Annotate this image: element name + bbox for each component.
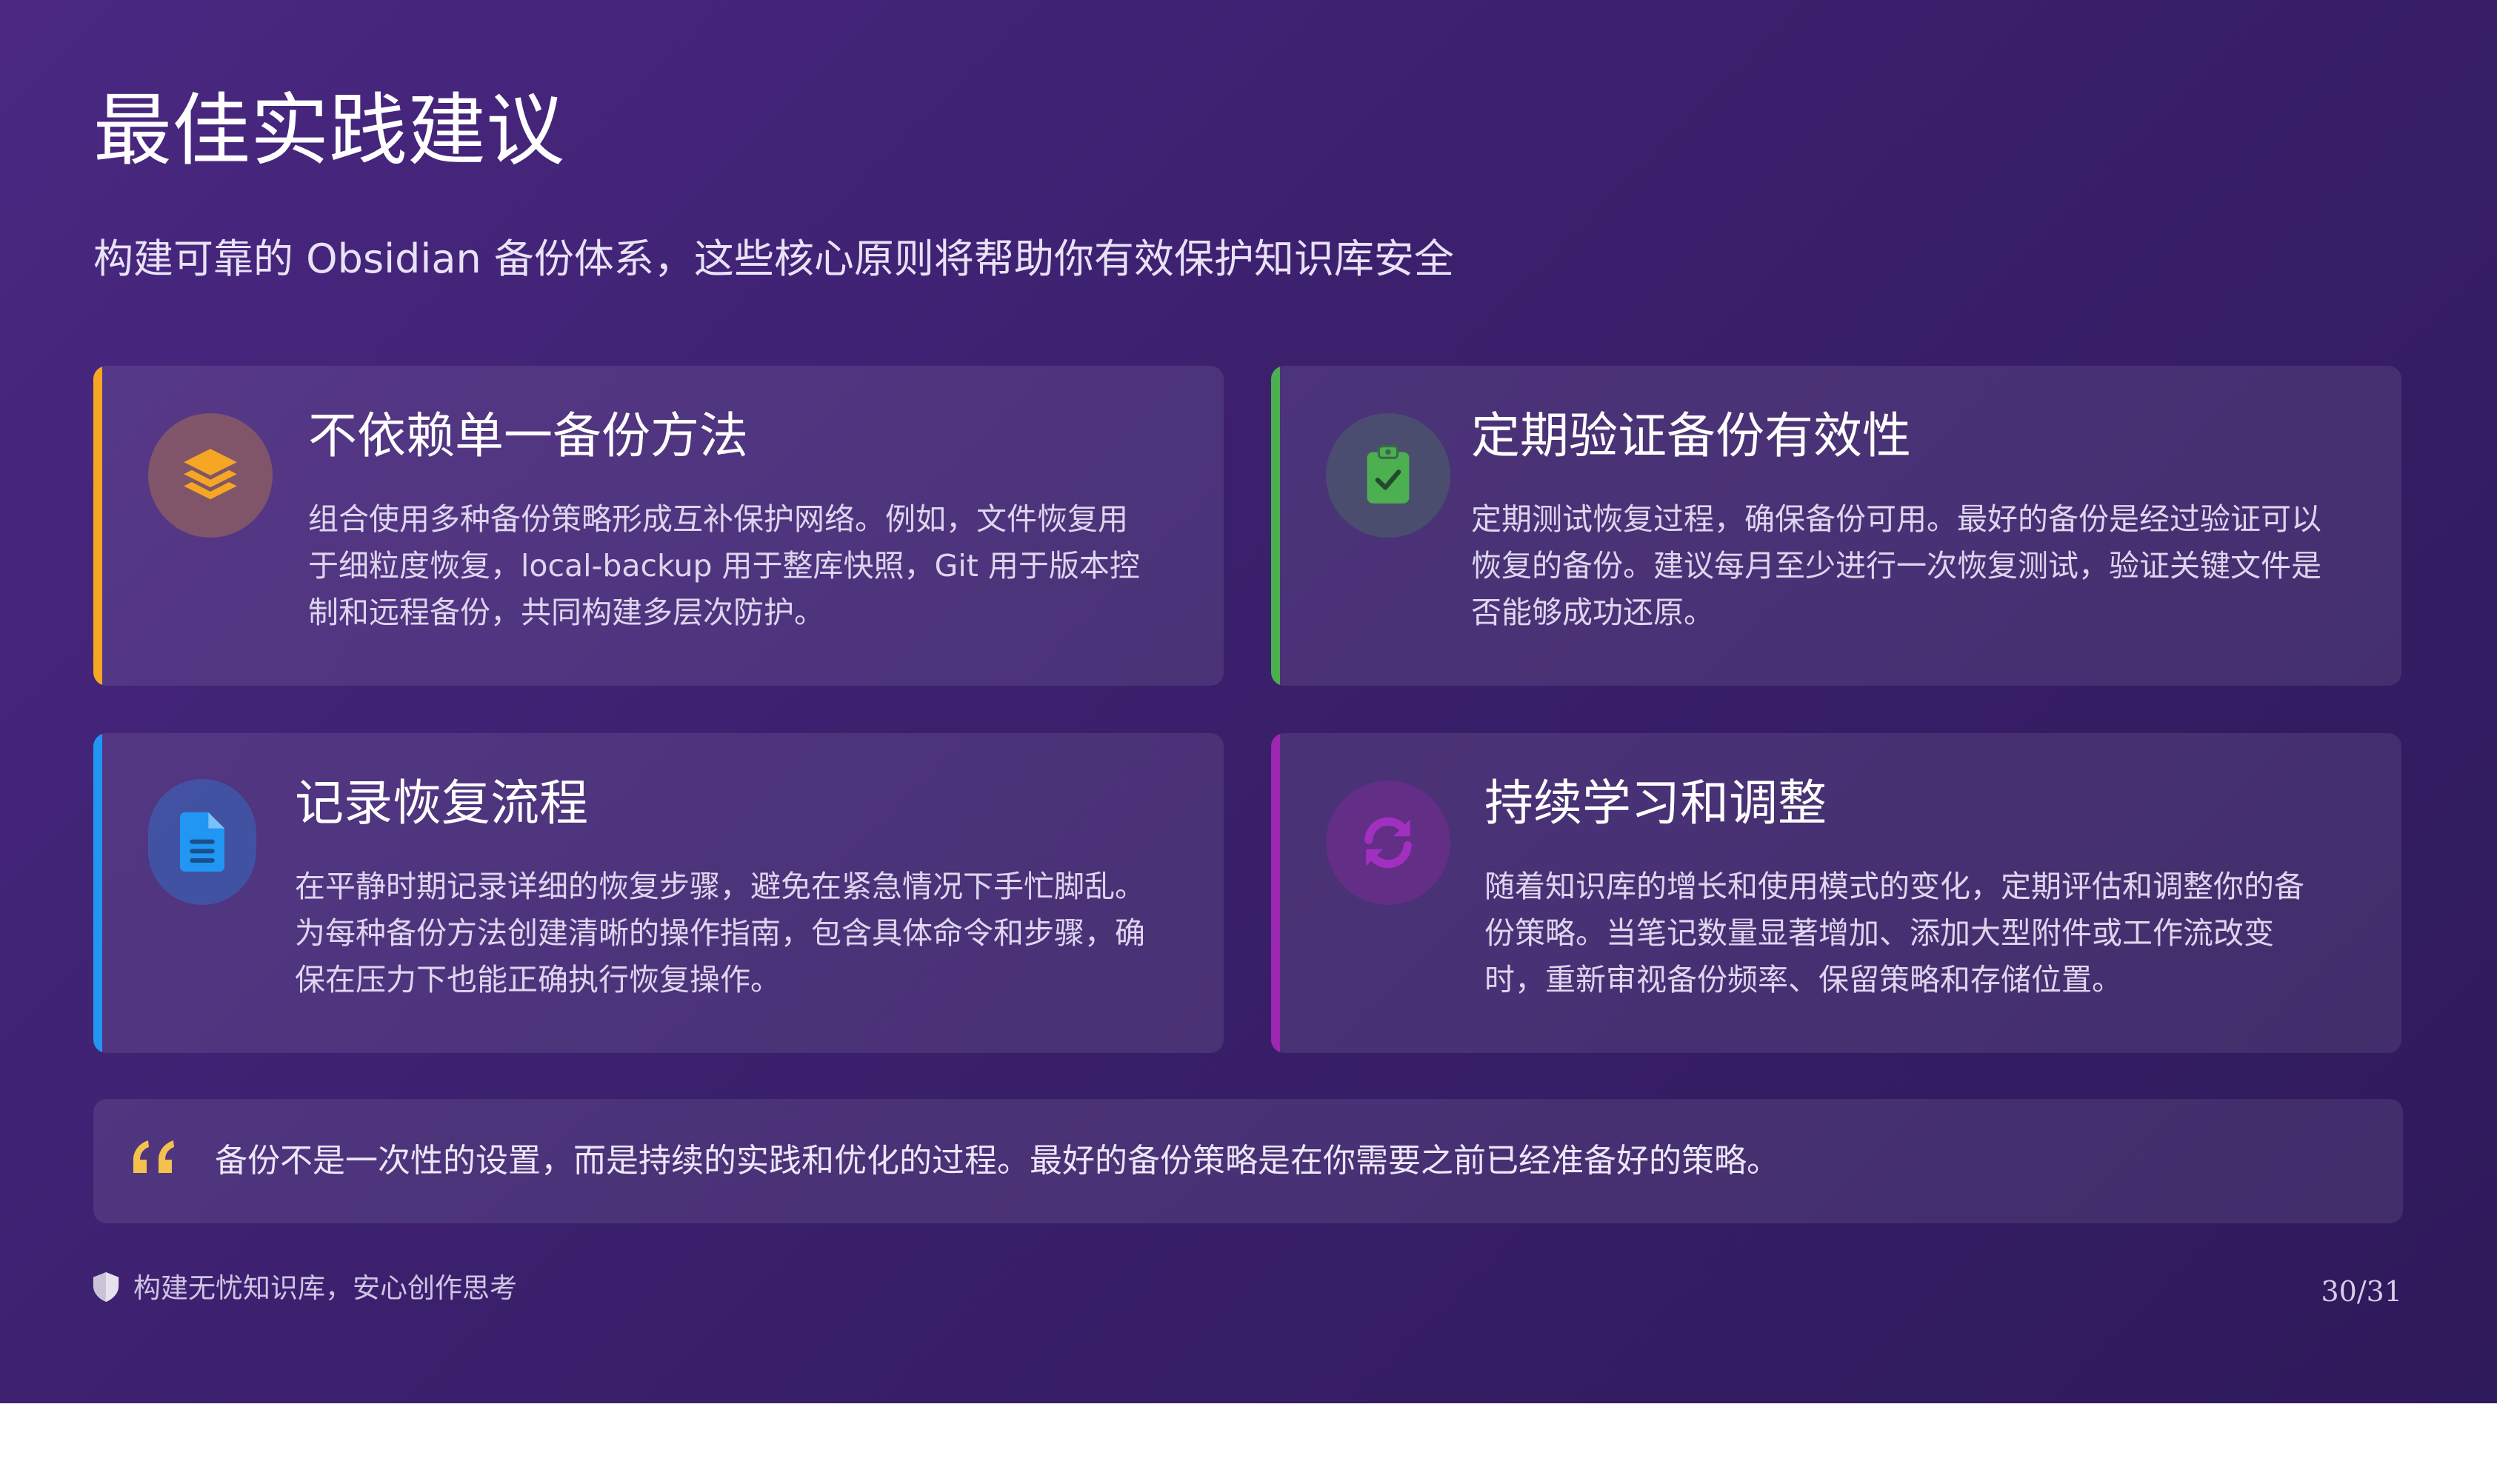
card-body-line: 制和远程备份，共同构建多层次防护。 — [308, 595, 824, 630]
card-body-line: 定期测试恢复过程，确保备份可用。最好的备份是经过验证可以 — [1471, 501, 2321, 537]
card-title: 定期验证备份有效性 — [1471, 407, 1911, 464]
page-subtitle: 构建可靠的 Obsidian 备份体系，这些核心原则将帮助你有效保护知识库安全 — [93, 235, 1454, 282]
card-body-line: 组合使用多种备份策略形成互补保护网络。例如，文件恢复用 — [308, 501, 1128, 537]
card-verify-backup: 定期验证备份有效性 定期测试恢复过程，确保备份可用。最好的备份是经过验证可以 恢… — [1271, 366, 2401, 686]
card-single-method: 不依赖单一备份方法 组合使用多种备份策略形成互补保护网络。例如，文件恢复用 于细… — [93, 366, 1224, 686]
card-accent-bar — [93, 366, 102, 686]
card-body: 组合使用多种备份策略形成互补保护网络。例如，文件恢复用 于细粒度恢复，local… — [308, 496, 1182, 636]
card-body: 随着知识库的增长和使用模式的变化，定期评估和调整你的备 份策略。当笔记数量显著增… — [1484, 863, 2358, 1003]
document-icon — [148, 779, 256, 905]
card-document-recovery: 记录恢复流程 在平静时期记录详细的恢复步骤，避免在紧急情况下手忙脚乱。 为每种备… — [93, 733, 1224, 1053]
card-body-line: 于细粒度恢复，local-backup 用于整库快照，Git 用于版本控 — [308, 548, 1140, 584]
card-body: 在平静时期记录详细的恢复步骤，避免在紧急情况下手忙脚乱。 为每种备份方法创建清晰… — [295, 863, 1169, 1003]
sync-icon — [1326, 781, 1450, 905]
clipboard-check-icon — [1326, 413, 1450, 538]
card-body-line: 份策略。当笔记数量显著增加、添加大型附件或工作流改变 — [1484, 915, 2274, 951]
card-accent-bar — [93, 733, 102, 1053]
card-continuous-learning: 持续学习和调整 随着知识库的增长和使用模式的变化，定期评估和调整你的备 份策略。… — [1271, 733, 2401, 1053]
card-body-line: 随着知识库的增长和使用模式的变化，定期评估和调整你的备 — [1484, 869, 2304, 904]
card-body: 定期测试恢复过程，确保备份可用。最好的备份是经过验证可以 恢复的备份。建议每月至… — [1471, 496, 2345, 636]
card-body-line: 恢复的备份。建议每月至少进行一次恢复测试，验证关键文件是 — [1471, 548, 2321, 584]
slide: 最佳实践建议 构建可靠的 Obsidian 备份体系，这些核心原则将帮助你有效保… — [0, 0, 2497, 1403]
card-body-line: 否能够成功还原。 — [1471, 595, 1714, 630]
card-accent-bar — [1271, 366, 1280, 686]
page-number: 30/31 — [2321, 1275, 2402, 1308]
quote-icon — [129, 1137, 176, 1179]
card-title: 不依赖单一备份方法 — [308, 407, 748, 464]
card-body-line: 保在压力下也能正确执行恢复操作。 — [295, 962, 781, 997]
card-title: 记录恢复流程 — [295, 775, 588, 832]
footer-text: 构建无忧知识库，安心创作思考 — [133, 1272, 517, 1304]
page-title: 最佳实践建议 — [93, 85, 564, 176]
card-title: 持续学习和调整 — [1484, 775, 1827, 832]
card-body-line: 在平静时期记录详细的恢复步骤，避免在紧急情况下手忙脚乱。 — [295, 869, 1145, 904]
layers-icon — [148, 413, 273, 538]
shield-icon — [92, 1271, 120, 1306]
card-accent-bar — [1271, 733, 1280, 1053]
quote-bar: 备份不是一次性的设置，而是持续的实践和优化的过程。最好的备份策略是在你需要之前已… — [93, 1099, 2403, 1223]
card-body-line: 为每种备份方法创建清晰的操作指南，包含具体命令和步骤，确 — [295, 915, 1145, 951]
quote-text: 备份不是一次性的设置，而是持续的实践和优化的过程。最好的备份策略是在你需要之前已… — [215, 1142, 1779, 1180]
footer: 构建无忧知识库，安心创作思考 — [92, 1268, 517, 1309]
card-body-line: 时，重新审视备份频率、保留策略和存储位置。 — [1484, 962, 2122, 997]
